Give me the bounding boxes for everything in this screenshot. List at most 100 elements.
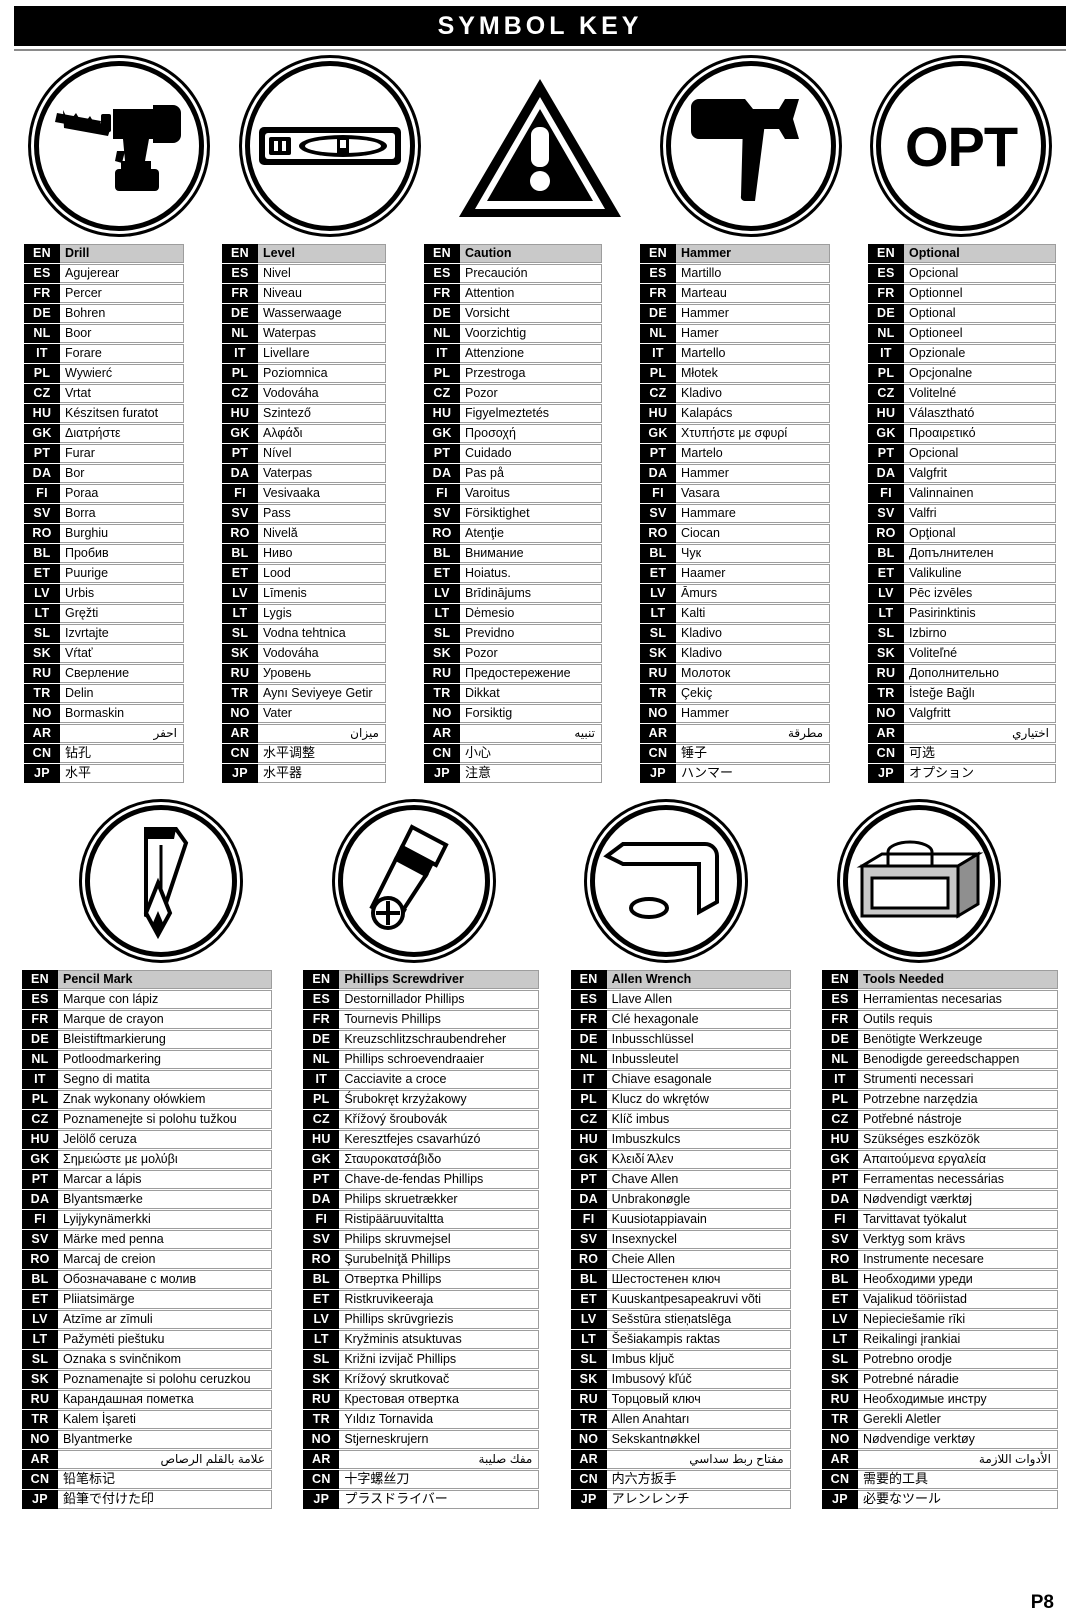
- table-row: ET Pliiatsimärge: [22, 1290, 272, 1309]
- table-row: SL Oznaka s svinčnikom: [22, 1350, 272, 1369]
- lang-code: PT: [22, 1170, 58, 1189]
- table-row: AR مفك صليبة: [303, 1450, 540, 1469]
- term-cell: Märke med penna: [58, 1230, 272, 1249]
- lang-code: DE: [821, 1030, 858, 1049]
- term-cell: Pozor: [460, 644, 602, 663]
- table-row: HU Kalapács: [640, 404, 830, 423]
- term-cell: Választható: [904, 404, 1056, 423]
- term-cell: アレンレンチ: [606, 1490, 791, 1509]
- table-row: LV Urbis: [24, 584, 184, 603]
- lang-code: ET: [222, 564, 258, 583]
- lang-code: NL: [640, 324, 676, 343]
- table-row: JP アレンレンチ: [570, 1490, 791, 1509]
- lang-code: PT: [222, 444, 258, 463]
- table-row: PT Marcar a lápis: [22, 1170, 272, 1189]
- table-row: ET Valikuline: [868, 564, 1056, 583]
- table-row: SK Voliteľné: [868, 644, 1056, 663]
- icon-cell-pencil: [52, 798, 270, 963]
- caution-triangle-icon: [459, 79, 621, 217]
- table-row: IT Segno di matita: [22, 1070, 272, 1089]
- lang-code: ET: [821, 1290, 858, 1309]
- lang-code: RU: [424, 664, 460, 683]
- term-cell: Varoitus: [460, 484, 602, 503]
- table-row: CZ Křížový šroubovák: [303, 1110, 540, 1129]
- term-cell: Cuidado: [460, 444, 602, 463]
- lang-code: SL: [821, 1350, 858, 1369]
- table-row: IT Strumenti necessari: [821, 1070, 1058, 1089]
- table-row: HU Imbuszkulcs: [570, 1130, 791, 1149]
- term-cell: Vaterpas: [258, 464, 386, 483]
- lang-code: PL: [222, 364, 258, 383]
- term-cell: Уровень: [258, 664, 386, 683]
- lang-code: ET: [303, 1290, 340, 1309]
- term-cell: مفتاح ربط سداسي: [606, 1450, 791, 1469]
- table-row: RU Молоток: [640, 664, 830, 683]
- lang-code: RU: [868, 664, 904, 683]
- table-row: PL Potrzebne narzędzia: [821, 1090, 1058, 1109]
- icon-cell-optional: OPT: [866, 57, 1056, 235]
- lang-code: NL: [821, 1050, 858, 1069]
- table-row: BL Ниво: [222, 544, 386, 563]
- term-cell: Optional: [904, 244, 1056, 263]
- term-cell: オプション: [904, 764, 1056, 783]
- term-cell: Percer: [60, 284, 184, 303]
- table-row: NL Phillips schroevendraaier: [303, 1050, 540, 1069]
- lang-code: LV: [868, 584, 904, 603]
- term-cell: Vajalikud tööriistad: [857, 1290, 1058, 1309]
- table-row: AR احفر: [24, 724, 184, 743]
- term-cell: Křížový šroubovák: [339, 1110, 540, 1129]
- term-cell: Marcaj de creion: [58, 1250, 272, 1269]
- table-row: EN Allen Wrench: [570, 970, 791, 989]
- table-row: NL Inbussleutel: [570, 1050, 791, 1069]
- term-cell: Poziomnica: [258, 364, 386, 383]
- table-row: RU Необходимые инстру: [821, 1390, 1058, 1409]
- lang-code: RU: [22, 1390, 58, 1409]
- table-row: IT Attenzione: [424, 344, 602, 363]
- lang-code: TR: [22, 1410, 58, 1429]
- lang-code: PT: [303, 1170, 340, 1189]
- term-cell: İsteğe Bağlı: [904, 684, 1056, 703]
- term-cell: Kalti: [676, 604, 830, 623]
- table-row: BL Чук: [640, 544, 830, 563]
- lang-code: RU: [222, 664, 258, 683]
- table-row: IT Forare: [24, 344, 184, 363]
- table-row: LV Pēc izvēles: [868, 584, 1056, 603]
- term-cell: Chiave esagonale: [606, 1070, 791, 1089]
- table-row: SL Vodna tehtnica: [222, 624, 386, 643]
- term-cell: Szintező: [258, 404, 386, 423]
- table-row: LT Pasirinktinis: [868, 604, 1056, 623]
- term-cell: اختياري: [904, 724, 1056, 743]
- table-row: BL Отвертка Phillips: [303, 1270, 540, 1289]
- lang-code: EN: [821, 970, 858, 989]
- term-cell: Απαιτούμενα εργαλεία: [857, 1150, 1058, 1169]
- term-cell: Wasserwaage: [258, 304, 386, 323]
- lang-code: SK: [868, 644, 904, 663]
- term-cell: Ciocan: [676, 524, 830, 543]
- table-level: EN Level ES Nivel FR Niveau DE Wasserwaage N…: [222, 243, 386, 784]
- term-cell: Vater: [258, 704, 386, 723]
- lang-code: BL: [821, 1270, 858, 1289]
- table-row: IT Cacciavite a croce: [303, 1070, 540, 1089]
- lang-code: SL: [868, 624, 904, 643]
- table-row: ET Vajalikud tööriistad: [821, 1290, 1058, 1309]
- term-cell: Borra: [60, 504, 184, 523]
- term-cell: Gręžti: [60, 604, 184, 623]
- table-row: CN 小心: [424, 744, 602, 763]
- term-cell: علامة بالقلم الرصاص: [58, 1450, 272, 1469]
- lang-code: ES: [868, 264, 904, 283]
- lang-code: NO: [640, 704, 676, 723]
- term-cell: Insexnyckel: [606, 1230, 791, 1249]
- table-row: LT Gręžti: [24, 604, 184, 623]
- table-row: SL Križni izvijač Phillips: [303, 1350, 540, 1369]
- lang-code: PT: [424, 444, 460, 463]
- table-row: EN Phillips Screwdriver: [303, 970, 540, 989]
- lang-code: NL: [570, 1050, 607, 1069]
- term-cell: Inbussleutel: [606, 1050, 791, 1069]
- lang-code: ES: [640, 264, 676, 283]
- table-row: DE Bleistiftmarkierung: [22, 1030, 272, 1049]
- lang-code: ET: [24, 564, 60, 583]
- lang-code: HU: [570, 1130, 607, 1149]
- table-row: PT Cuidado: [424, 444, 602, 463]
- term-cell: Forare: [60, 344, 184, 363]
- lang-code: SV: [570, 1230, 607, 1249]
